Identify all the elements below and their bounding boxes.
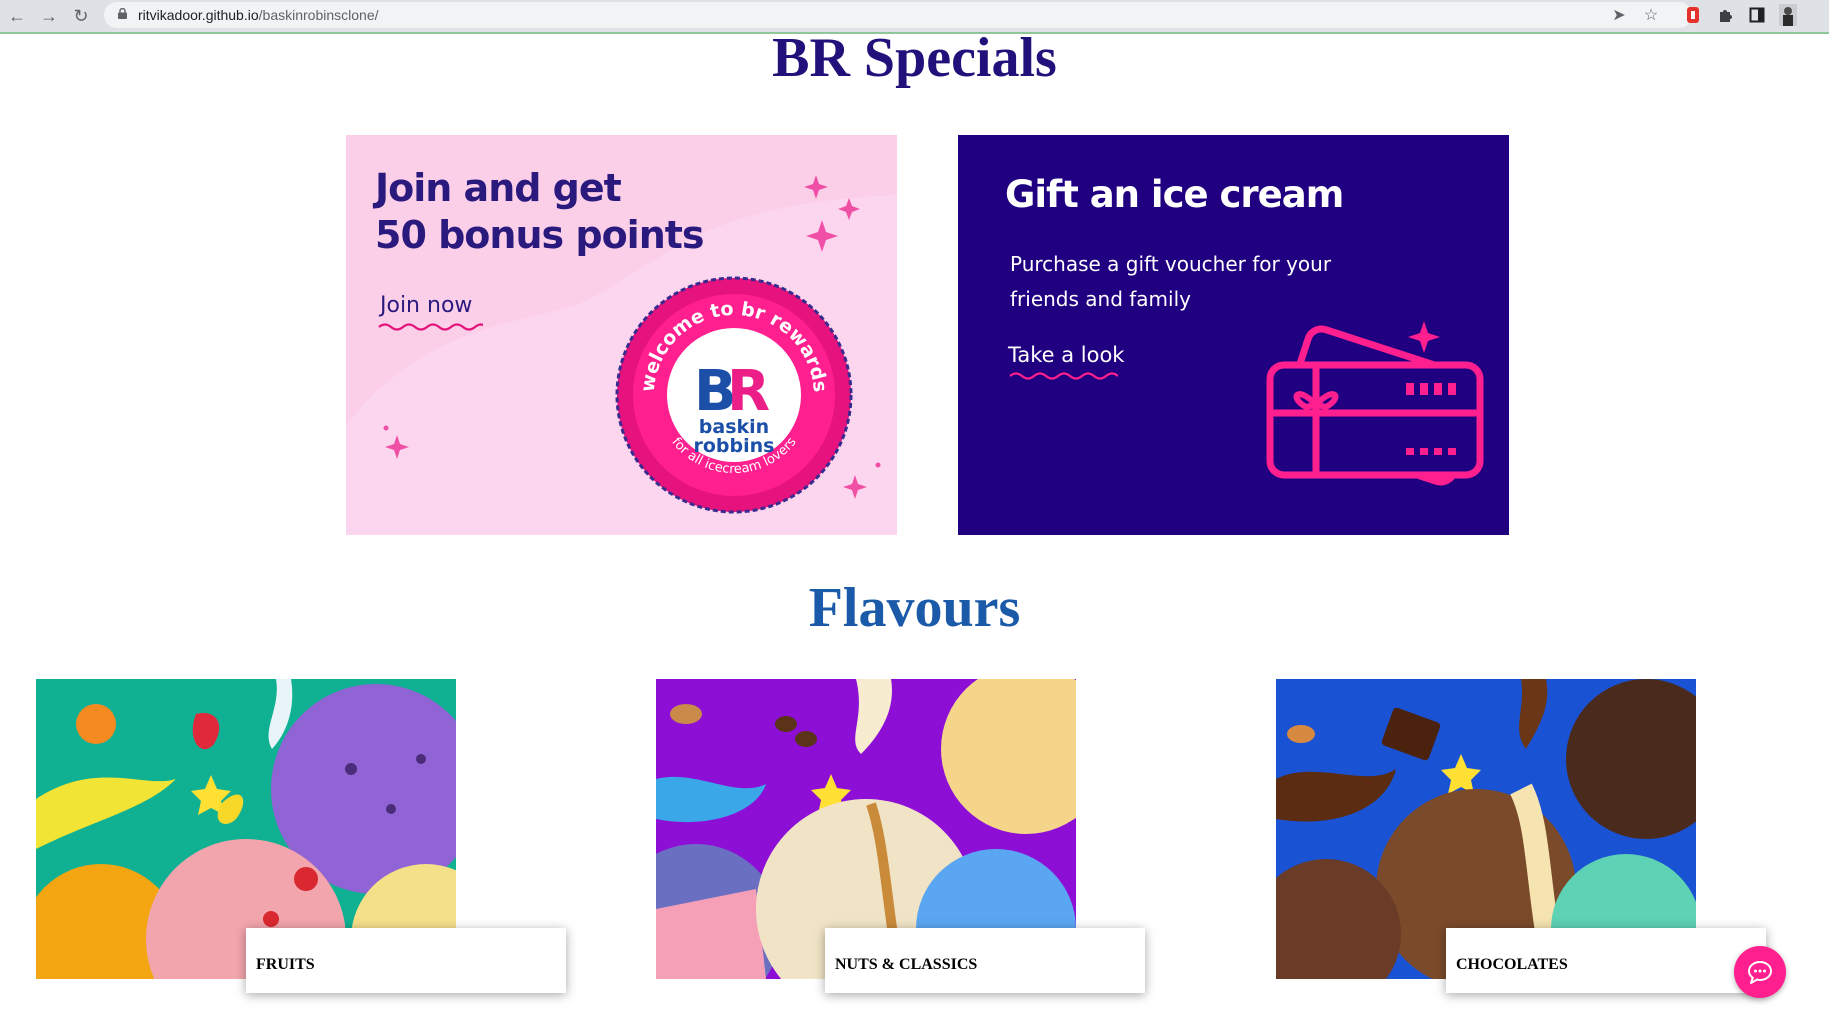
svg-text:R: R: [727, 359, 770, 424]
flavour-card-fruits[interactable]: FRUITS: [246, 928, 566, 993]
url-host: ritvikadoor.github.io: [138, 7, 259, 23]
flavour-card-nuts-classics[interactable]: NUTS & CLASSICS: [825, 928, 1145, 993]
logo-robbins-text: robbins: [694, 435, 775, 457]
chat-button[interactable]: [1734, 946, 1786, 998]
url-path: /baskinrobinsclone/: [258, 7, 379, 23]
url-text: ritvikadoor.github.io/baskinrobinsclone/: [138, 7, 379, 23]
flavours-heading: Flavours: [808, 577, 1021, 639]
take-a-look-link[interactable]: Take a look: [1008, 343, 1124, 367]
br-rewards-badge: welcome to br rewards for all icecream l…: [615, 276, 853, 514]
join-heading-line2: 50 bonus points: [375, 213, 705, 257]
gift-ice-cream-banner[interactable]: Gift an ice cream Purchase a gift vouche…: [958, 135, 1509, 535]
flavour-label-fruits: FRUITS: [256, 956, 315, 973]
gift-voucher-icon: [1266, 321, 1484, 486]
extension-red-icon[interactable]: [1682, 4, 1704, 26]
flavour-label-nuts-classics: NUTS & CLASSICS: [835, 956, 978, 973]
lock-icon: [118, 8, 127, 19]
join-now-underline: [378, 323, 483, 331]
br-logo-icon: B R: [694, 359, 770, 424]
extensions-puzzle-icon[interactable]: [1715, 4, 1737, 26]
profile-avatar-icon[interactable]: [1777, 4, 1799, 26]
join-banner-heading: Join and get 50 bonus points: [375, 165, 705, 259]
join-heading-line1: Join and get: [375, 166, 622, 210]
join-rewards-banner[interactable]: Join and get 50 bonus points Join now we…: [346, 135, 897, 535]
gift-banner-heading: Gift an ice cream: [1005, 173, 1344, 216]
chat-bubble-icon: [1748, 961, 1772, 984]
side-panel-icon[interactable]: [1746, 4, 1768, 26]
flavour-label-chocolates: CHOCOLATES: [1456, 956, 1568, 973]
address-bar[interactable]: ritvikadoor.github.io/baskinrobinsclone/…: [104, 2, 1692, 28]
flavour-card-chocolates[interactable]: CHOCOLATES: [1446, 928, 1766, 993]
send-icon[interactable]: ➤: [1609, 5, 1629, 25]
bookmark-star-icon[interactable]: ☆: [1641, 5, 1661, 25]
take-a-look-underline: [1009, 372, 1118, 380]
specials-heading: BR Specials: [772, 27, 1057, 89]
join-now-link[interactable]: Join now: [380, 293, 472, 318]
